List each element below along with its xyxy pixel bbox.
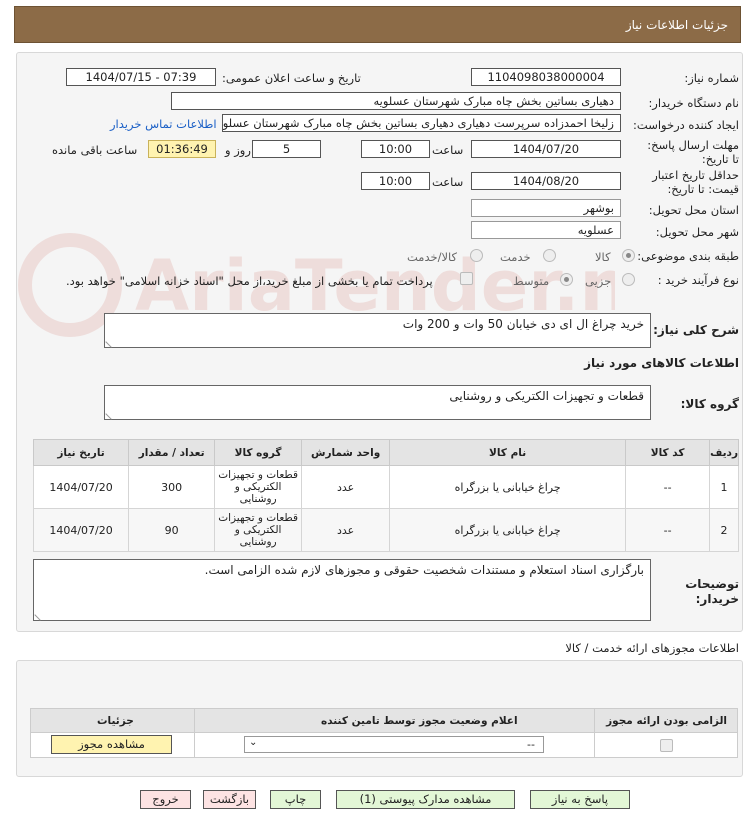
print-button[interactable]: چاپ xyxy=(270,790,321,809)
goods-group-textarea[interactable]: قطعات و تجهیزات الکتریکی و روشنایی xyxy=(104,385,651,420)
need-number-field: 1104098038000004 xyxy=(471,68,621,86)
validity-label: حداقل تاریخ اعتبار قیمت: تا تاریخ: xyxy=(652,168,739,196)
reply-button[interactable]: پاسخ به نیاز xyxy=(530,790,630,809)
permit-status-value: -- xyxy=(527,738,535,751)
page-title: جزئیات اطلاعات نیاز xyxy=(625,18,728,32)
days-label: روز و xyxy=(225,143,251,157)
category-both-label: کالا/خدمت xyxy=(407,250,458,264)
buyer-org-label: نام دستگاه خریدار: xyxy=(648,96,739,110)
category-service-label: خدمت xyxy=(500,250,531,264)
cell-row: 2 xyxy=(709,508,739,552)
table-row: 1 -- چراغ خیابانی یا بزرگراه عدد قطعات و… xyxy=(32,465,739,509)
cell-row: 1 xyxy=(709,465,739,509)
permit-status-select[interactable]: -- ⌄ xyxy=(244,736,544,753)
cell-name: چراغ خیابانی یا بزرگراه xyxy=(389,508,627,552)
description-textarea[interactable]: خرید چراغ ال ای دی خیابان 50 وات و 200 و… xyxy=(104,313,651,348)
send-time-field: 10:00 xyxy=(361,140,430,158)
remaining-time-label: ساعت باقی مانده xyxy=(52,143,138,157)
cell-date: 1404/07/20 xyxy=(32,465,130,509)
send-time-label: ساعت xyxy=(432,143,464,157)
items-table-wrapper: ردیف کد کالا نام کالا واحد شمارش گروه کا… xyxy=(32,439,739,552)
category-goods-radio[interactable] xyxy=(622,249,635,262)
process-label: نوع فرآیند خرید : xyxy=(657,273,739,287)
treasury-checkbox[interactable] xyxy=(460,272,473,285)
col-date: تاریخ نیاز xyxy=(32,439,130,466)
permits-col-status: اعلام وضعیت مجوز توسط تامین کننده xyxy=(321,715,518,727)
table-row: 2 -- چراغ خیابانی یا بزرگراه عدد قطعات و… xyxy=(32,508,739,552)
days-field: 5 xyxy=(252,140,321,158)
goods-info-title: اطلاعات کالاهای مورد نیاز xyxy=(584,356,739,370)
goods-group-label: گروه کالا: xyxy=(680,397,739,411)
buyer-org-field: دهیاری بساتین بخش چاه مبارک شهرستان عسلو… xyxy=(171,92,621,110)
col-name: نام کالا xyxy=(389,439,627,466)
items-table: ردیف کد کالا نام کالا واحد شمارش گروه کا… xyxy=(32,439,739,552)
category-both-radio[interactable] xyxy=(470,249,483,262)
remaining-time-field: 01:36:49 xyxy=(148,140,216,158)
province-field: بوشهر xyxy=(471,199,621,217)
view-permit-button[interactable]: مشاهده مجوز xyxy=(51,735,172,754)
buyer-notes-label: توضیحات خریدار: xyxy=(685,577,739,606)
process-minor-label: جزیی xyxy=(585,274,612,288)
resize-handle[interactable] xyxy=(105,336,117,348)
col-code: کد کالا xyxy=(625,439,711,466)
cell-group: قطعات و تجهیزات الکتریکی و روشنایی xyxy=(214,465,303,509)
col-group: گروه کالا xyxy=(214,439,303,466)
buyer-contact-link[interactable]: اطلاعات تماس خریدار xyxy=(110,117,217,131)
category-service-radio[interactable] xyxy=(543,249,556,262)
announce-date-field: 1404/07/15 - 07:39 xyxy=(66,68,216,86)
page-header: جزئیات اطلاعات نیاز xyxy=(14,6,741,43)
announce-label: تاریخ و ساعت اعلان عمومی: xyxy=(222,71,361,85)
cell-quantity: 300 xyxy=(128,465,216,509)
send-date-field: 1404/07/20 xyxy=(471,140,621,158)
permit-required-checkbox[interactable] xyxy=(660,739,673,752)
chevron-down-icon: ⌄ xyxy=(249,737,258,748)
resize-handle[interactable] xyxy=(105,408,117,420)
exit-button[interactable]: خروج xyxy=(140,790,191,809)
permits-title: اطلاعات مجوزهای ارائه خدمت / کالا xyxy=(565,641,739,655)
description-text: خرید چراغ ال ای دی خیابان 50 وات و 200 و… xyxy=(402,317,644,331)
description-label: شرح کلی نیاز: xyxy=(653,323,739,337)
creator-field: زلیخا احمدزاده سرپرست دهیاری دهیاری بسات… xyxy=(222,114,621,132)
view-attachments-button[interactable]: مشاهده مدارک پیوستی (1) xyxy=(336,790,515,809)
cell-date: 1404/07/20 xyxy=(32,508,130,552)
cell-quantity: 90 xyxy=(128,508,216,552)
back-button[interactable]: بازگشت xyxy=(203,790,256,809)
goods-group-text: قطعات و تجهیزات الکتریکی و روشنایی xyxy=(449,389,644,403)
creator-label: ایجاد کننده درخواست: xyxy=(633,118,739,132)
cell-unit: عدد xyxy=(301,508,391,552)
process-minor-radio[interactable] xyxy=(622,273,635,286)
col-unit: واحد شمارش xyxy=(301,439,391,466)
validity-date-field: 1404/08/20 xyxy=(471,172,621,190)
permits-col-required: الزامی بودن ارائه مجوز xyxy=(606,715,727,727)
send-deadline-label: مهلت ارسال پاسخ: تا تاریخ: xyxy=(647,138,739,166)
cell-code: -- xyxy=(625,508,711,552)
city-field: عسلویه xyxy=(471,221,621,239)
cell-unit: عدد xyxy=(301,465,391,509)
treasury-note: پرداخت تمام یا بخشی از مبلغ خرید،از محل … xyxy=(66,274,433,288)
cell-name: چراغ خیابانی یا بزرگراه xyxy=(389,465,627,509)
process-medium-radio[interactable] xyxy=(560,273,573,286)
process-medium-label: متوسط xyxy=(513,274,550,288)
cell-group: قطعات و تجهیزات الکتریکی و روشنایی xyxy=(214,508,303,552)
city-label: شهر محل تحویل: xyxy=(655,225,739,239)
col-row: ردیف xyxy=(709,439,739,466)
validity-time-label: ساعت xyxy=(432,175,464,189)
permits-col-details: جزئیات xyxy=(97,715,134,727)
need-number-label: شماره نیاز: xyxy=(684,71,739,85)
category-label: طبقه بندی موضوعی: xyxy=(637,249,739,263)
resize-handle[interactable] xyxy=(34,609,46,621)
permits-table: الزامی بودن ارائه مجوز اعلام وضعیت مجوز … xyxy=(30,708,738,758)
province-label: استان محل تحویل: xyxy=(648,203,739,217)
cell-code: -- xyxy=(625,465,711,509)
category-goods-label: کالا xyxy=(595,250,611,264)
buyer-notes-text: بارگزاری اسناد استعلام و مستندات شخصیت ح… xyxy=(204,563,644,577)
buyer-notes-textarea[interactable]: بارگزاری اسناد استعلام و مستندات شخصیت ح… xyxy=(33,559,651,621)
validity-time-field: 10:00 xyxy=(361,172,430,190)
col-quantity: تعداد / مقدار xyxy=(128,439,216,466)
